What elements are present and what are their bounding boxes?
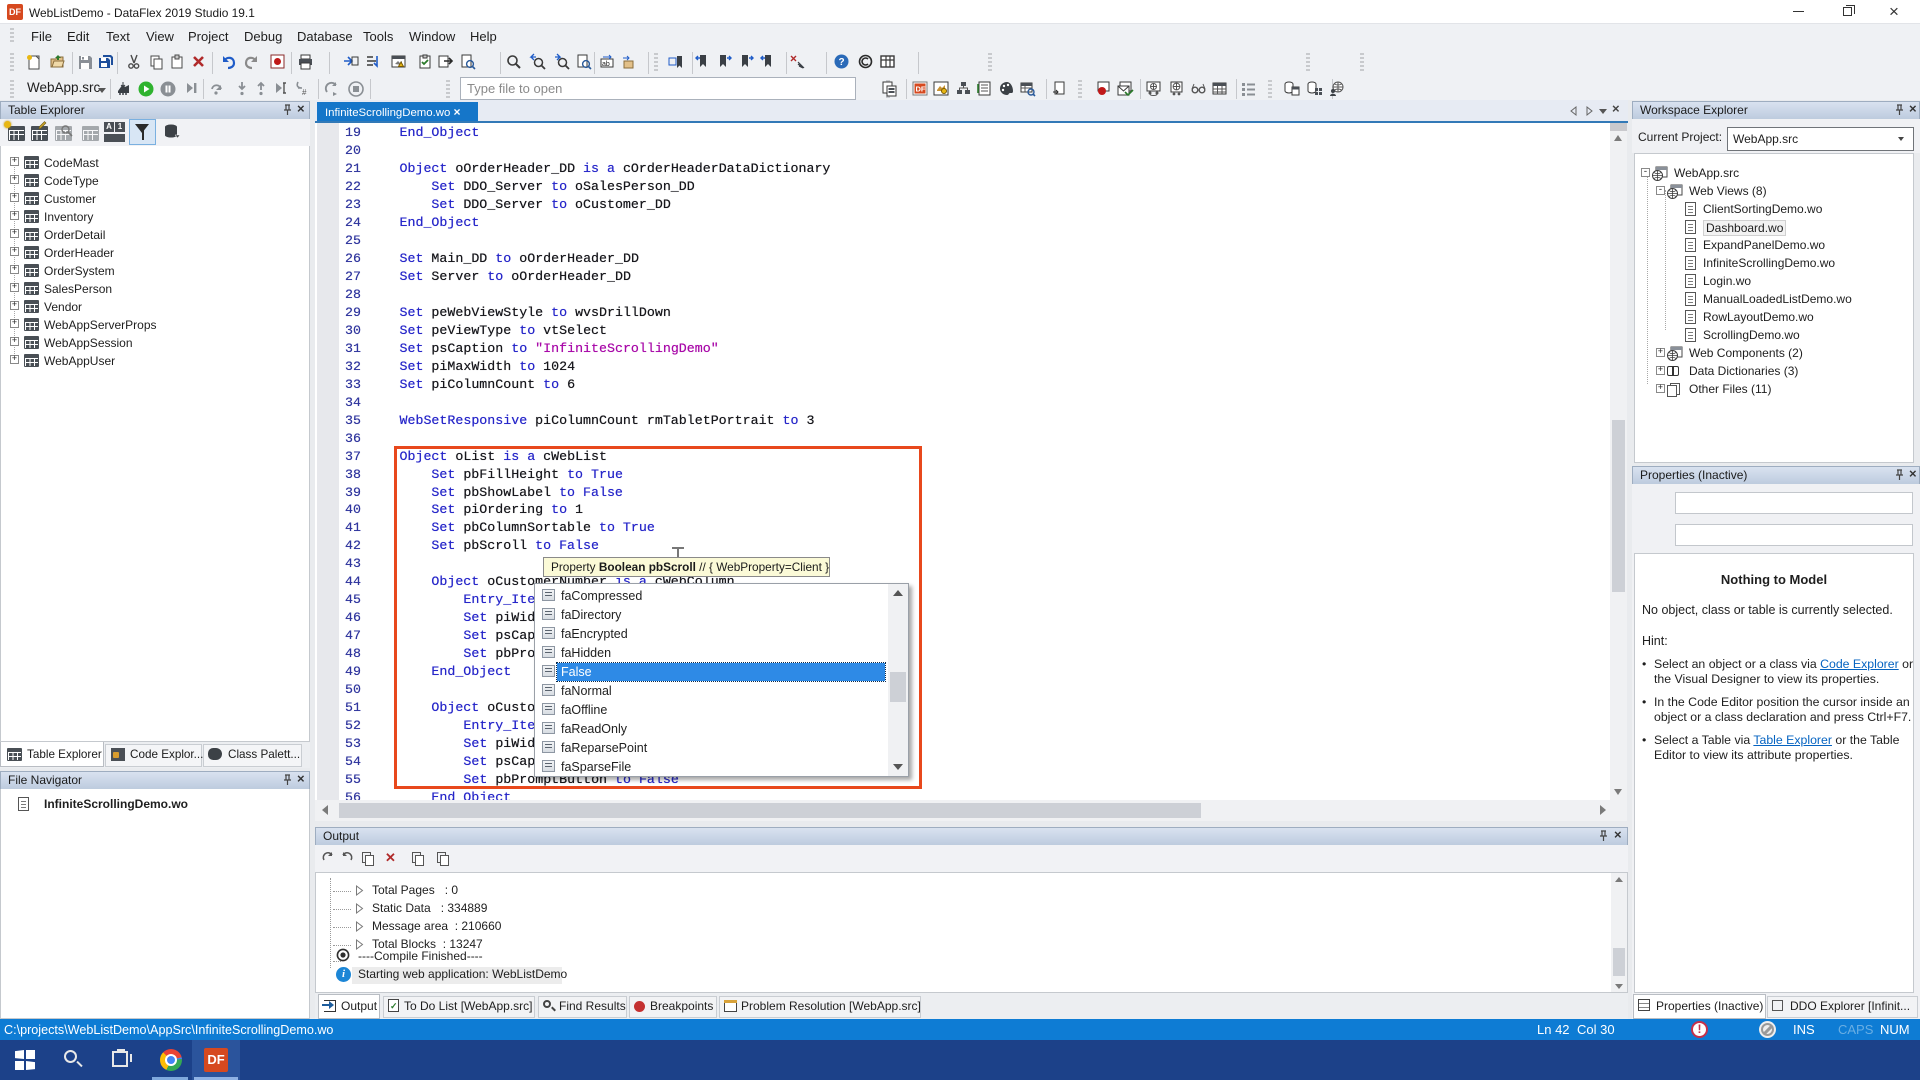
svg-text:#: # <box>302 88 307 97</box>
svg-text:?: ? <box>839 57 845 68</box>
svg-text:DF: DF <box>916 85 926 94</box>
svg-text:ab: ab <box>602 61 610 68</box>
